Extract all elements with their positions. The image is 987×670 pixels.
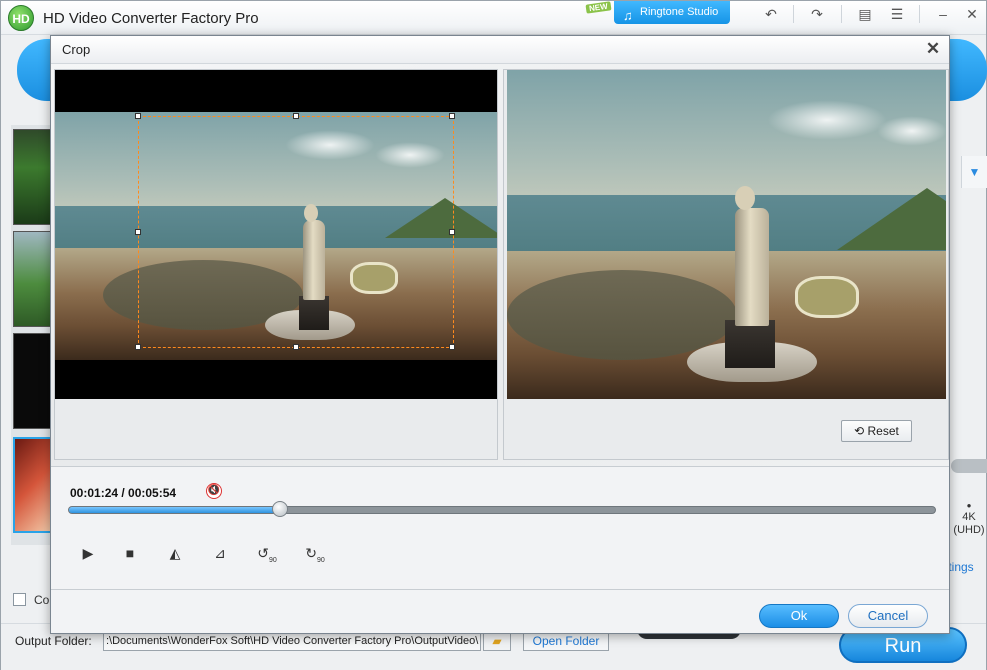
close-icon[interactable]: ✕ [956,3,987,25]
cancel-button[interactable]: Cancel [848,604,928,628]
uhd-label-1: 4K [962,511,976,523]
quality-slider[interactable] [951,459,987,473]
ringtone-icon: ♫ [623,8,633,23]
reset-button[interactable]: ⟲ Reset [841,420,912,442]
undo-icon[interactable]: ↶ [755,3,787,25]
rotate-right-value: 90 [316,556,325,564]
folder-icon[interactable]: ▰ [483,631,511,651]
crop-handle[interactable] [135,113,141,119]
reset-icon: ⟲ [854,424,865,438]
app-title: HD Video Converter Factory Pro [43,10,259,27]
crop-handle[interactable] [293,344,299,350]
play-icon[interactable]: ▶ [75,542,101,564]
close-icon[interactable]: ✕ [923,39,943,59]
letterbox-bottom [55,360,497,399]
video-thumbnail[interactable] [13,129,53,225]
stop-icon[interactable]: ■ [117,542,143,564]
mute-icon[interactable]: 🔇 [206,483,222,499]
chevron-down-icon[interactable]: ▼ [961,156,987,188]
new-badge: NEW [585,1,612,14]
rotate-left-glyph: ↺ [257,545,269,561]
crop-handle[interactable] [135,344,141,350]
seek-progress [69,507,282,513]
video-thumbnail[interactable] [13,437,53,533]
title-bar: HD HD Video Converter Factory Pro NEW ♫ … [1,1,986,35]
timecode: 00:01:24 / 00:05:54 [70,486,177,500]
crop-selection[interactable] [135,113,455,350]
crop-handle[interactable] [293,113,299,119]
video-thumbnail[interactable] [13,231,53,327]
statue-head [735,186,755,210]
toolbar-divider [841,5,842,23]
stadium [795,276,859,318]
footer-divider [51,589,949,590]
video-thumbnail[interactable] [13,333,53,429]
reset-label: Reset [867,424,899,438]
crop-handle[interactable] [135,229,141,235]
minimize-icon[interactable]: – [927,3,959,25]
open-folder-button[interactable]: Open Folder [523,631,609,651]
seek-bar[interactable] [68,506,936,514]
ok-button[interactable]: Ok [759,604,839,628]
crop-handle[interactable] [449,344,455,350]
combine-checkbox[interactable] [13,593,26,606]
app-logo: HD [8,5,34,31]
mountain [837,188,946,250]
dialog-title-bar: Crop ✕ [51,36,949,64]
dialog-divider [51,466,949,467]
seek-thumb[interactable] [272,501,289,517]
redo-icon[interactable]: ↷ [801,3,833,25]
uhd-label-2: (UHD) [953,524,985,536]
output-folder-path[interactable]: :\Documents\WonderFox Soft\HD Video Conv… [103,631,481,651]
rotate-left-value: 90 [268,556,277,564]
output-folder-label: Output Folder: [15,634,92,648]
output-preview [503,69,949,460]
flip-horizontal-icon[interactable]: ◭ [162,542,188,564]
uhd-label: ● 4K (UHD) [951,501,987,537]
output-video-frame [507,70,946,399]
toolbar-divider [793,5,794,23]
chat-icon[interactable]: ▤ [849,3,881,25]
crop-handle[interactable] [449,229,455,235]
pedestal [725,320,775,368]
ringtone-label: Ringtone Studio [640,6,719,18]
combine-label: Co [34,593,50,607]
statue [735,208,769,326]
cloud [877,116,946,146]
rotate-right-90-icon[interactable]: ↻90 [302,542,328,564]
list-icon[interactable]: ☰ [881,3,913,25]
flip-vertical-icon[interactable]: ⊿ [207,542,233,564]
crop-dialog: Crop ✕ ⟲ Reset 00:01:24 / 00:05:54 🔇 ▶ ■… [50,35,950,634]
crop-handle[interactable] [449,113,455,119]
letterbox-top [55,70,497,112]
rotate-left-90-icon[interactable]: ↺90 [254,542,280,564]
dialog-title: Crop [62,42,91,57]
cloud [767,100,887,140]
ringtone-studio-button[interactable]: ♫ Ringtone Studio [614,1,730,24]
rotate-right-glyph: ↻ [305,545,317,561]
file-list [11,125,53,545]
toolbar-divider [919,5,920,23]
